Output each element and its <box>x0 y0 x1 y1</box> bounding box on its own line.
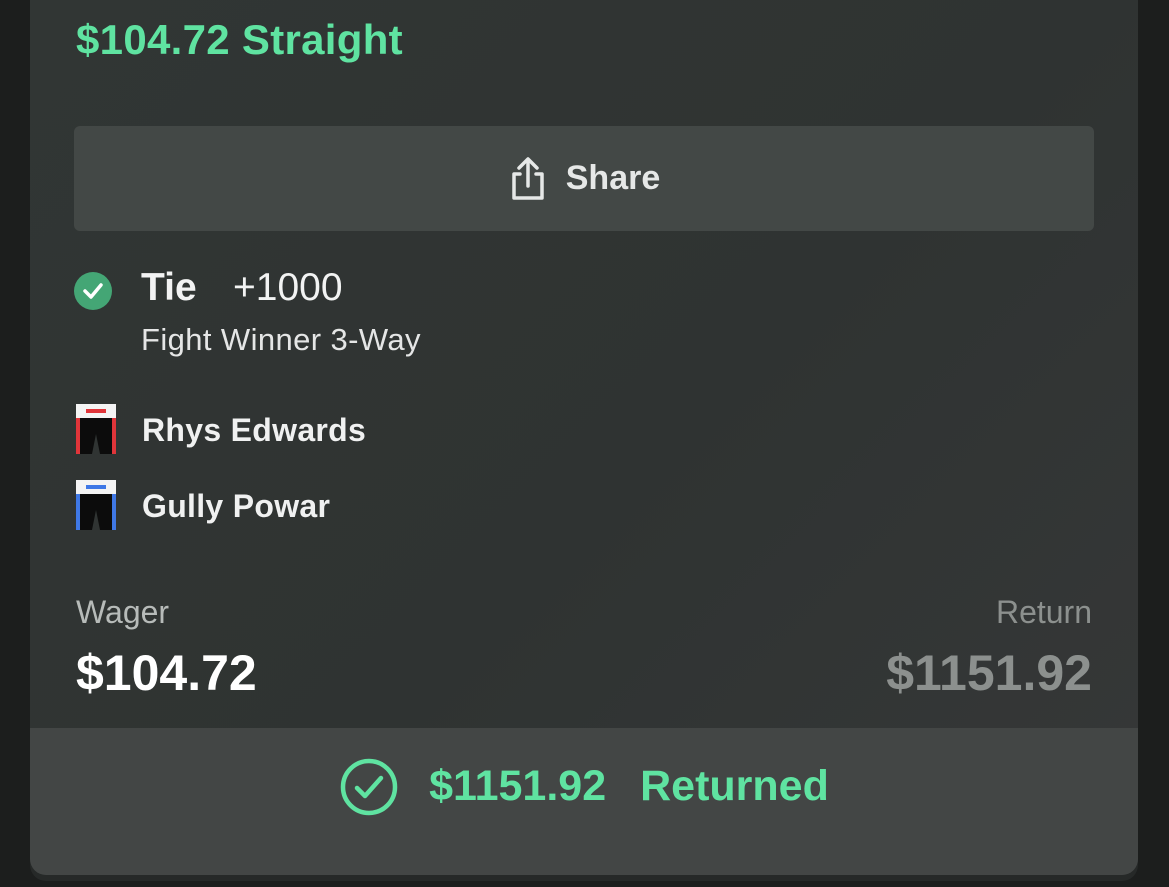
boxing-trunks-red-icon <box>76 404 116 454</box>
boxing-trunks-blue-icon <box>76 480 116 530</box>
share-label: Share <box>565 159 661 197</box>
selection-market: Fight Winner 3-Way <box>141 322 421 357</box>
result-text: Returned <box>640 762 829 810</box>
fighter-row: Gully Powar <box>74 480 330 532</box>
wager-label: Wager <box>76 594 170 630</box>
fighter-name: Rhys Edwards <box>142 411 367 448</box>
bet-title: $104.72 Straight <box>76 16 403 63</box>
fighter-name: Gully Powar <box>142 487 331 524</box>
share-button[interactable]: Share <box>74 126 1094 231</box>
result-banner: $1151.92 Returned <box>30 728 1138 875</box>
selection-odds: +1000 <box>233 266 343 309</box>
wager-value: $104.72 <box>76 645 257 701</box>
return-value: $1151.92 <box>886 645 1092 701</box>
check-circle-filled-icon <box>74 272 112 310</box>
share-icon <box>512 156 544 200</box>
fighter-row: Rhys Edwards <box>74 404 366 456</box>
check-circle-outline-icon <box>340 758 398 815</box>
selection-name: Tie <box>141 266 197 309</box>
return-label: Return <box>995 594 1092 630</box>
result-amount: $1151.92 <box>429 762 607 810</box>
bet-card: $104.72 Straight Share Tie +1000 Fight W… <box>30 0 1138 875</box>
